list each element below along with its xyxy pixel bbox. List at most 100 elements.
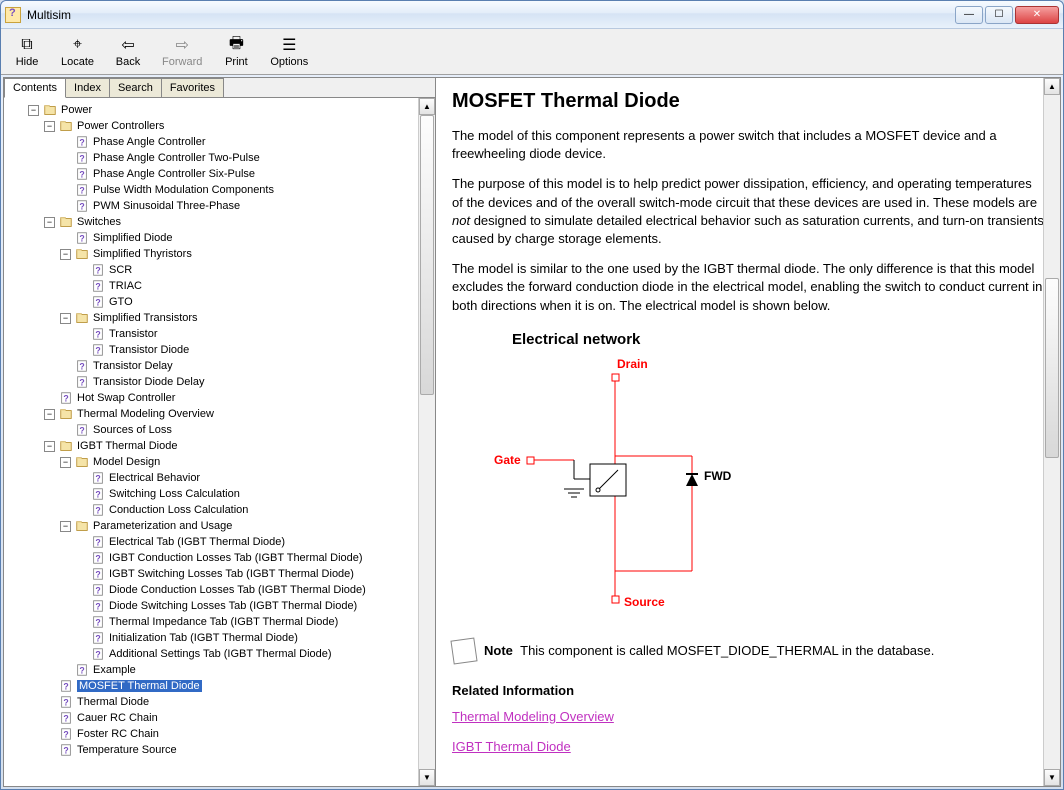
- tree-item[interactable]: −Power: [8, 102, 431, 118]
- tree-item[interactable]: ?PWM Sinusoidal Three-Phase: [8, 198, 431, 214]
- svg-text:?: ?: [95, 506, 100, 516]
- page-icon: ?: [74, 167, 90, 181]
- tree-label: Power Controllers: [77, 120, 164, 132]
- svg-text:?: ?: [79, 378, 84, 388]
- tree-expander[interactable]: −: [44, 121, 55, 132]
- tree-item[interactable]: − IGBT Thermal Diode: [8, 438, 431, 454]
- tree-expander[interactable]: −: [60, 521, 71, 532]
- tree-item[interactable]: ?Thermal Diode: [8, 694, 431, 710]
- book-icon: [58, 407, 74, 421]
- tree-scrollbar[interactable]: ▲▼: [418, 98, 435, 786]
- tree-item[interactable]: ?SCR: [8, 262, 431, 278]
- scroll-down-button[interactable]: ▼: [1044, 769, 1060, 786]
- tree-expander[interactable]: −: [60, 457, 71, 468]
- tree-expander[interactable]: −: [28, 105, 39, 116]
- tree-item[interactable]: −Simplified Transistors: [8, 310, 431, 326]
- tree-item[interactable]: ?Example: [8, 662, 431, 678]
- titlebar[interactable]: Multisim — ☐ ✕: [1, 1, 1063, 29]
- tree-expander[interactable]: −: [44, 217, 55, 228]
- tree-label: Electrical Behavior: [109, 472, 200, 484]
- tab-contents[interactable]: Contents: [4, 78, 66, 98]
- related-heading: Related Information: [452, 683, 1044, 698]
- tree-item[interactable]: ?Switching Loss Calculation: [8, 486, 431, 502]
- tree-label: IGBT Thermal Diode: [77, 440, 177, 452]
- tree-item[interactable]: ?Electrical Behavior: [8, 470, 431, 486]
- content-scrollbar[interactable]: ▲ ▼: [1043, 78, 1060, 786]
- tree-item[interactable]: ?Cauer RC Chain: [8, 710, 431, 726]
- tree-item[interactable]: ?Diode Conduction Losses Tab (IGBT Therm…: [8, 582, 431, 598]
- tree-item[interactable]: ?Initialization Tab (IGBT Thermal Diode): [8, 630, 431, 646]
- close-button[interactable]: ✕: [1015, 6, 1059, 24]
- tree-expander[interactable]: −: [44, 441, 55, 452]
- scroll-thumb[interactable]: [1045, 278, 1059, 458]
- tree-label: Hot Swap Controller: [77, 392, 175, 404]
- svg-text:?: ?: [79, 234, 84, 244]
- tree-label: Cauer RC Chain: [77, 712, 158, 724]
- nav-tabs: Contents Index Search Favorites: [4, 78, 435, 98]
- tree-item[interactable]: ?Pulse Width Modulation Components: [8, 182, 431, 198]
- page-icon: ?: [58, 679, 74, 693]
- tree-label: Temperature Source: [77, 744, 177, 756]
- tree-item[interactable]: ?Phase Angle Controller Two-Pulse: [8, 150, 431, 166]
- content-panel[interactable]: MOSFET Thermal Diode The model of this c…: [436, 78, 1060, 786]
- tree-item[interactable]: ?GTO: [8, 294, 431, 310]
- forward-button[interactable]: ⇨ Forward: [158, 31, 206, 72]
- tree-expander[interactable]: −: [60, 313, 71, 324]
- tree-item[interactable]: ?Hot Swap Controller: [8, 390, 431, 406]
- hide-icon: ⧉: [17, 35, 37, 55]
- tree-item[interactable]: ?Thermal Impedance Tab (IGBT Thermal Dio…: [8, 614, 431, 630]
- tree-item[interactable]: −Switches: [8, 214, 431, 230]
- tree-item[interactable]: ?Conduction Loss Calculation: [8, 502, 431, 518]
- tree-view[interactable]: −Power−Power Controllers?Phase Angle Con…: [4, 98, 435, 786]
- tree-item[interactable]: ?Transistor: [8, 326, 431, 342]
- options-button[interactable]: ☰ Options: [266, 31, 312, 72]
- tree-item[interactable]: ?IGBT Switching Losses Tab (IGBT Thermal…: [8, 566, 431, 582]
- tree-item[interactable]: ?Transistor Delay: [8, 358, 431, 374]
- maximize-button[interactable]: ☐: [985, 6, 1013, 24]
- link-thermal-overview[interactable]: Thermal Modeling Overview: [452, 709, 614, 724]
- tab-favorites[interactable]: Favorites: [161, 78, 224, 97]
- tree-item[interactable]: ?Additional Settings Tab (IGBT Thermal D…: [8, 646, 431, 662]
- main-area: Contents Index Search Favorites −Power−P…: [3, 77, 1061, 787]
- tree-item[interactable]: ?MOSFET Thermal Diode: [8, 678, 431, 694]
- print-icon: 🖶: [226, 35, 246, 55]
- scroll-up-button[interactable]: ▲: [1044, 78, 1060, 95]
- scroll-down-button[interactable]: ▼: [419, 769, 435, 786]
- tree-item[interactable]: ?TRIAC: [8, 278, 431, 294]
- tree-item[interactable]: ?Diode Switching Losses Tab (IGBT Therma…: [8, 598, 431, 614]
- print-button[interactable]: 🖶 Print: [218, 31, 254, 72]
- tree-expander[interactable]: −: [60, 249, 71, 260]
- tree-item[interactable]: ?Sources of Loss: [8, 422, 431, 438]
- tree-item[interactable]: − Power Controllers: [8, 118, 431, 134]
- tree-item[interactable]: ?Phase Angle Controller Six-Pulse: [8, 166, 431, 182]
- locate-icon: ⌖: [68, 35, 88, 55]
- link-igbt-thermal[interactable]: IGBT Thermal Diode: [452, 739, 571, 754]
- tree-item[interactable]: −Simplified Thyristors: [8, 246, 431, 262]
- hide-button[interactable]: ⧉ Hide: [9, 31, 45, 72]
- tree-expander[interactable]: −: [44, 409, 55, 420]
- scroll-up-button[interactable]: ▲: [419, 98, 435, 115]
- diagram-title: Electrical network: [512, 331, 1044, 348]
- locate-button[interactable]: ⌖ Locate: [57, 31, 98, 72]
- svg-text:?: ?: [95, 490, 100, 500]
- back-button[interactable]: ⇦ Back: [110, 31, 146, 72]
- tree-item[interactable]: ?Electrical Tab (IGBT Thermal Diode): [8, 534, 431, 550]
- tree-item[interactable]: ?IGBT Conduction Losses Tab (IGBT Therma…: [8, 550, 431, 566]
- tree-item[interactable]: ?Foster RC Chain: [8, 726, 431, 742]
- tree-item[interactable]: ?Phase Angle Controller: [8, 134, 431, 150]
- tree-item[interactable]: −Parameterization and Usage: [8, 518, 431, 534]
- tree-item[interactable]: ?Transistor Diode: [8, 342, 431, 358]
- book-icon: [58, 439, 74, 453]
- page-icon: ?: [74, 231, 90, 245]
- tree-item[interactable]: ?Simplified Diode: [8, 230, 431, 246]
- scroll-thumb[interactable]: [420, 115, 434, 395]
- tree-item[interactable]: ? Temperature Source: [8, 742, 431, 758]
- tab-index[interactable]: Index: [65, 78, 110, 97]
- tab-search[interactable]: Search: [109, 78, 162, 97]
- tree-item[interactable]: ?Transistor Diode Delay: [8, 374, 431, 390]
- minimize-button[interactable]: —: [955, 6, 983, 24]
- tree-label: Phase Angle Controller: [93, 136, 206, 148]
- tree-item[interactable]: −Thermal Modeling Overview: [8, 406, 431, 422]
- svg-text:?: ?: [63, 746, 68, 756]
- tree-item[interactable]: −Model Design: [8, 454, 431, 470]
